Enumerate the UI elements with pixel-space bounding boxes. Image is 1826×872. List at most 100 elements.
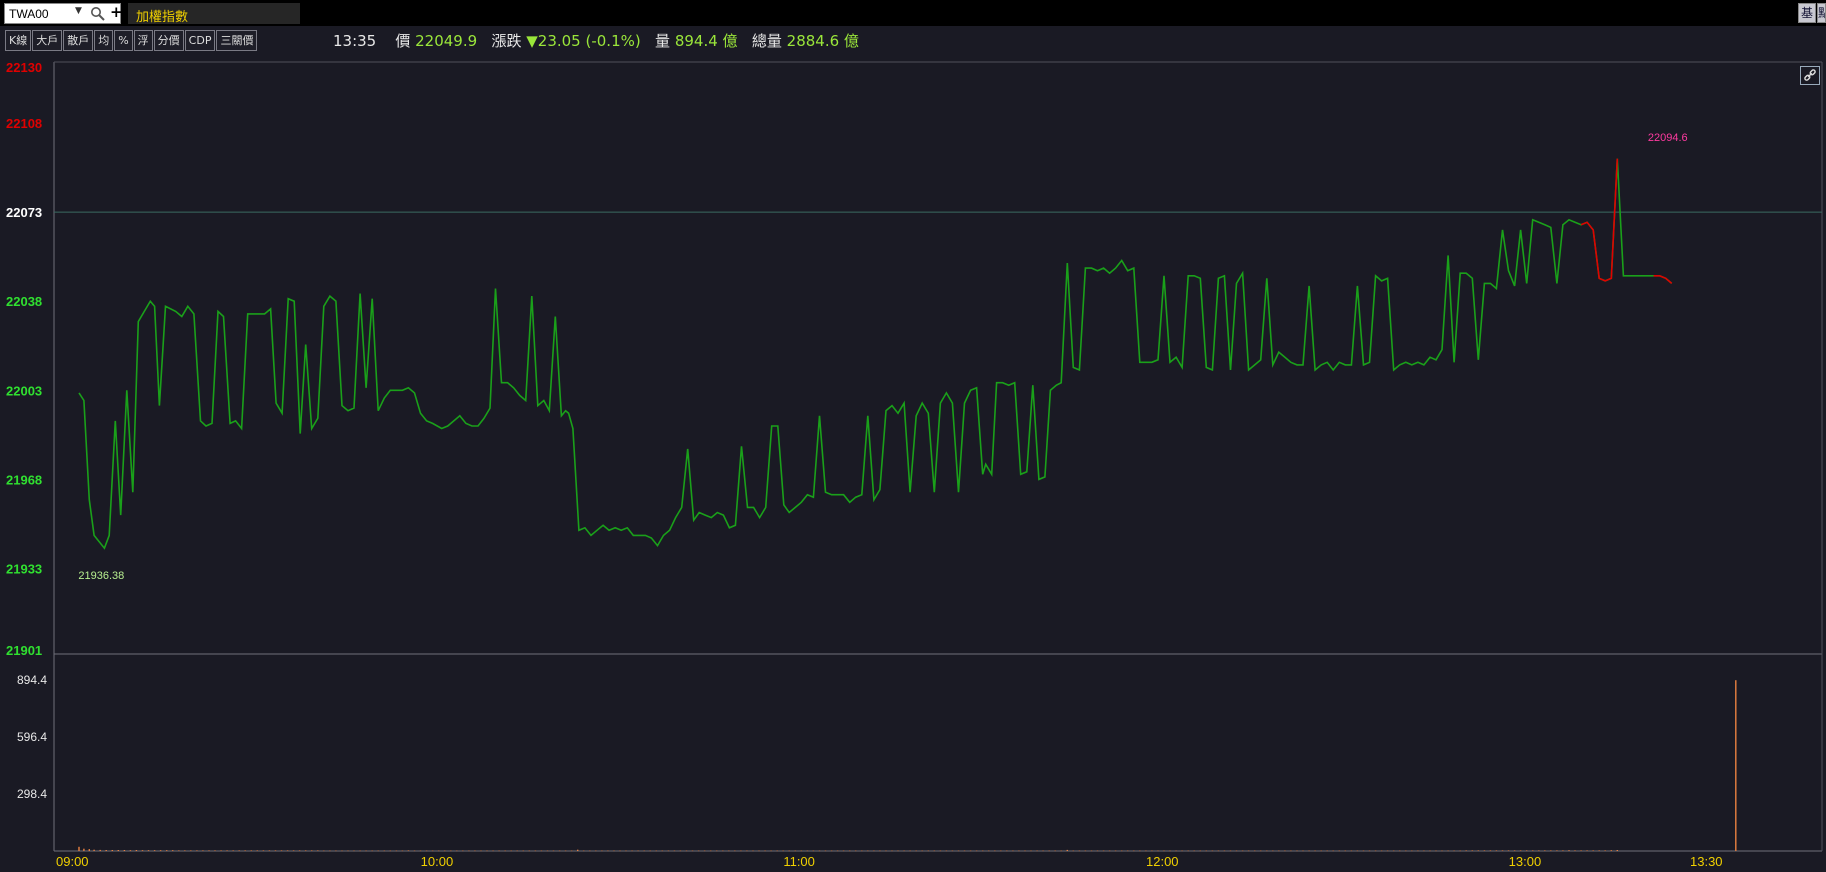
volume-bar (178, 850, 180, 851)
volume-bar (969, 850, 972, 852)
low-label: 21936.38 (78, 570, 124, 582)
volume-bar (226, 850, 228, 851)
volume-bar (1018, 850, 1020, 852)
volume-bar (915, 850, 917, 852)
volume-bar (395, 850, 398, 852)
volume-bar (927, 850, 929, 852)
volume-bar (1127, 850, 1129, 852)
volume-bar (1054, 850, 1056, 852)
y-tick-label: 21901 (6, 643, 42, 658)
volume-bar (867, 850, 869, 852)
y-tick-label: 22108 (6, 116, 42, 131)
volume-bar (389, 850, 391, 852)
volume-bar (897, 850, 899, 852)
volume-bar (1393, 850, 1395, 852)
volume-bar (540, 850, 543, 852)
y-tick-label: 21933 (6, 562, 42, 577)
volume-bar (274, 850, 277, 851)
volume-bar (546, 850, 549, 852)
volume-bar (909, 850, 911, 852)
link-icon[interactable] (1800, 66, 1820, 85)
volume-bar (1326, 850, 1328, 852)
volume-bar (371, 850, 373, 852)
volume-bar (78, 846, 80, 851)
volume-bar (1030, 850, 1032, 852)
volume-bar (480, 850, 482, 852)
volume-bar (341, 850, 343, 852)
volume-bar (1604, 850, 1606, 851)
volume-bar (994, 850, 996, 852)
volume-bar (486, 850, 488, 852)
volume-bar (1260, 850, 1262, 852)
volume-bar (1386, 850, 1389, 852)
volume-bar (123, 850, 126, 851)
volume-bar (1247, 850, 1250, 852)
volume-bar (450, 850, 452, 852)
volume-bar (1429, 850, 1431, 852)
volume-bar (1114, 850, 1117, 852)
volume-bar (963, 850, 966, 852)
x-tick-label: 12:00 (1146, 854, 1179, 869)
volume-bar (703, 850, 706, 852)
volume-bar (166, 850, 168, 851)
volume-bar (788, 850, 790, 852)
volume-bar (1459, 850, 1461, 852)
volume-bar (734, 850, 736, 852)
volume-bar (268, 850, 271, 851)
volume-bar (601, 850, 603, 852)
price-up-segment (1580, 158, 1619, 282)
volume-bar (1006, 850, 1008, 852)
volume-bar (794, 850, 796, 852)
volume-bar (1235, 850, 1238, 852)
volume-bar (679, 850, 682, 852)
volume-bar (1066, 849, 1068, 851)
volume-bar (117, 850, 119, 851)
volume-bar (1586, 850, 1588, 851)
volume-bar (1519, 850, 1522, 851)
volume-bar (1121, 850, 1123, 852)
volume-bar (1078, 850, 1081, 852)
volume-bar (298, 850, 301, 851)
volume-bar (438, 850, 440, 852)
volume-bar (643, 850, 645, 852)
volume-bar (474, 850, 476, 852)
volume-bar (1211, 850, 1214, 852)
volume-bar (401, 850, 404, 852)
volume-bar (1169, 850, 1171, 852)
volume-bar (619, 850, 621, 852)
volume-bar (1399, 850, 1401, 852)
volume-bar (1562, 850, 1564, 851)
volume-bar (1447, 850, 1449, 852)
volume-bar (184, 850, 186, 851)
volume-bar (129, 850, 132, 851)
volume-bar (498, 850, 500, 852)
volume-bar (196, 850, 198, 851)
volume-bar (1229, 850, 1232, 852)
volume-bar (353, 850, 355, 852)
volume-bar (413, 850, 416, 852)
volume-bar (1580, 850, 1582, 851)
volume-bar (1320, 850, 1322, 852)
volume-bar (842, 850, 845, 852)
volume-bar (764, 850, 766, 852)
volume-bar (1735, 680, 1737, 851)
volume-bar (1344, 850, 1346, 852)
volume-bar (1084, 850, 1087, 852)
volume-bar (637, 850, 639, 852)
volume-bar (631, 850, 633, 852)
y-tick-label: 21968 (6, 472, 42, 487)
volume-bar (1332, 850, 1334, 852)
volume-bar (552, 850, 555, 852)
volume-bar (1290, 850, 1292, 852)
volume-bar (577, 849, 579, 851)
y-tick-label: 22073 (6, 205, 42, 220)
volume-bar (329, 850, 331, 852)
volume-bar (335, 850, 337, 852)
volume-bar (1266, 850, 1268, 852)
volume-bar (377, 850, 379, 852)
volume-bar (153, 850, 156, 851)
volume-bar (879, 850, 881, 852)
volume-bar (220, 850, 222, 851)
volume-bar (836, 850, 839, 852)
volume-bar (1090, 850, 1093, 852)
